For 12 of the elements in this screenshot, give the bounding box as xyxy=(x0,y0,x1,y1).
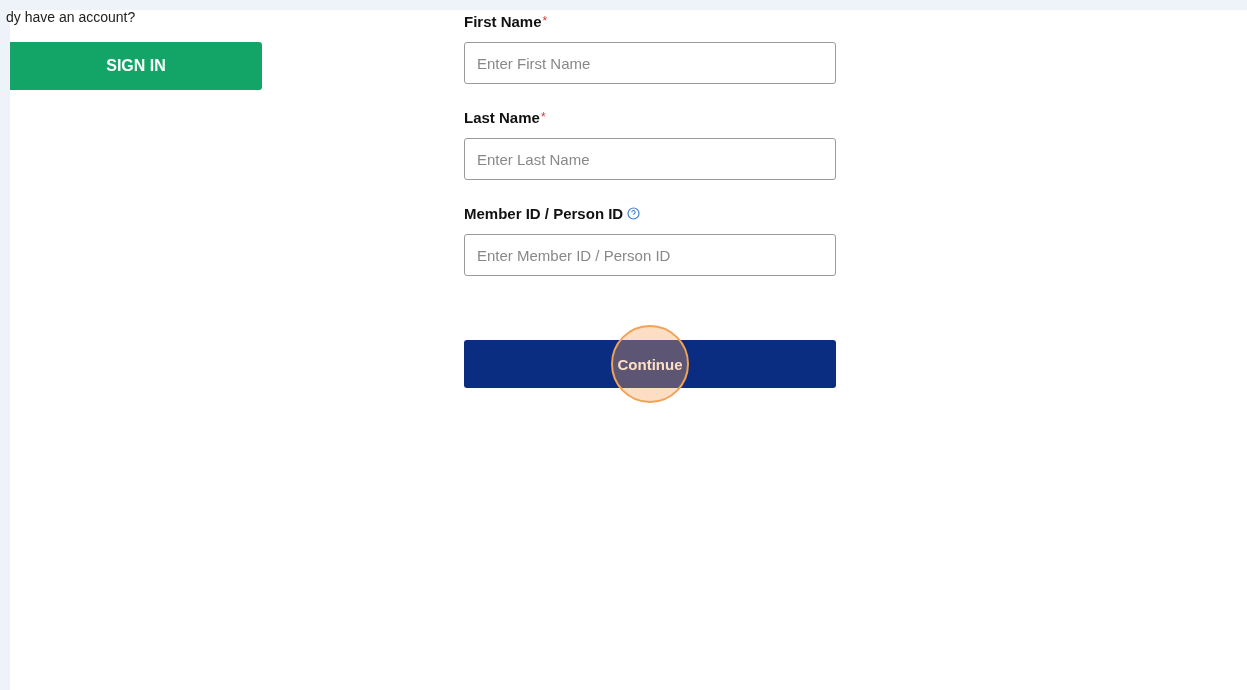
help-icon[interactable] xyxy=(627,206,641,220)
text-input-field[interactable]: Enter Last Name xyxy=(464,138,836,180)
text-input-field[interactable]: Enter Member ID / Person ID xyxy=(464,234,836,276)
field-label: Last Name xyxy=(464,108,540,126)
field-label: Member ID / Person ID xyxy=(464,204,624,222)
required-mark: * xyxy=(542,14,548,28)
text-input-field[interactable]: Enter First Name xyxy=(464,42,836,84)
continue-button[interactable]: Continue xyxy=(464,340,836,388)
sign-in-button[interactable]: SIGN IN xyxy=(10,42,262,90)
field-label: First Name xyxy=(464,12,542,30)
required-mark: * xyxy=(540,110,546,124)
account-prompt: dy have an account? xyxy=(6,8,137,26)
